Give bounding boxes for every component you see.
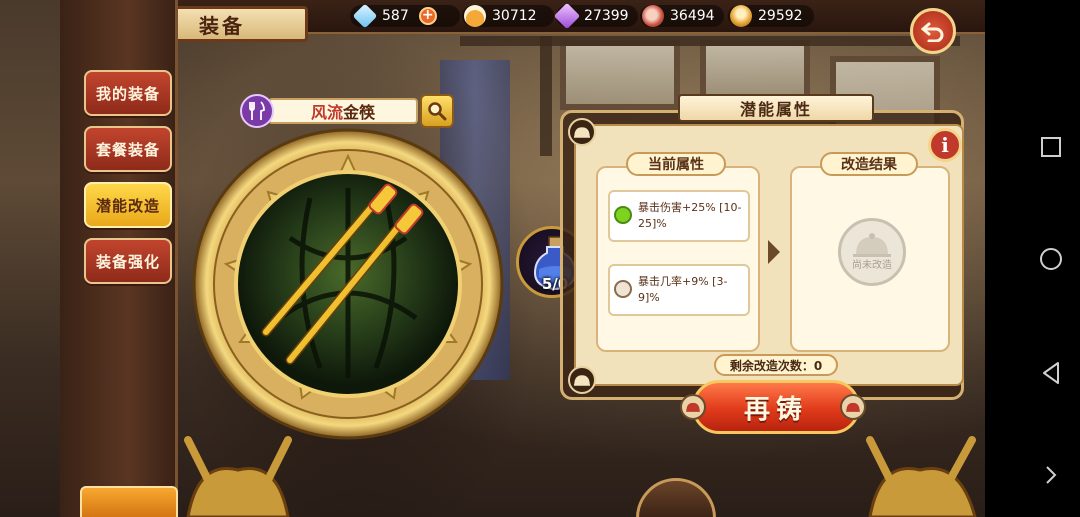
equipment-medallion [192, 128, 504, 440]
resource-crystal: 27399 [553, 2, 629, 30]
cloche-icon [680, 394, 706, 420]
stew-icon [730, 5, 752, 27]
cloche-icon [568, 118, 596, 146]
resource-diamond-value: 587 [382, 8, 409, 24]
back-button[interactable] [910, 8, 956, 54]
attribute-text: 暴击几率+9% [3-9]% [638, 275, 728, 304]
lobster-decoration-icon [866, 436, 977, 517]
panel-title: 潜能属性 [678, 94, 874, 122]
triangle-back-icon [1043, 362, 1059, 384]
attribute-row[interactable]: 暴击伤害+25% [10-25]% [608, 190, 750, 242]
sidebar-item-my-equipment[interactable]: 我的装备 [84, 70, 172, 116]
resource-stew: 29592 [730, 4, 803, 28]
search-button[interactable] [420, 94, 454, 128]
equipment-name-field[interactable]: 风流 金筷 [268, 98, 418, 124]
crystal-icon [553, 2, 581, 30]
sidebar-item-potential-modify[interactable]: 潜能改造 [84, 182, 172, 228]
return-arrow-icon [921, 22, 944, 42]
recent-apps-button[interactable] [1038, 134, 1064, 160]
resource-potion-value: 30712 [492, 8, 537, 24]
resource-crystal-value: 27399 [584, 8, 629, 24]
lobster-decoration-icon [184, 436, 292, 517]
square-icon [1041, 137, 1061, 157]
cloche-icon [853, 233, 891, 257]
equipment-name-prefix: 风流 [310, 103, 343, 122]
info-button[interactable]: i [928, 128, 962, 162]
current-attributes-label: 当前属性 [626, 152, 726, 176]
cloche-icon [840, 394, 866, 420]
home-nav-button[interactable] [1038, 246, 1064, 272]
not-modified-placeholder: 尚未改造 [838, 218, 906, 286]
attribute-text: 暴击伤害+25% [10-25]% [638, 201, 742, 230]
attribute-status-dot [614, 206, 632, 224]
resource-meat-value: 36494 [670, 8, 715, 24]
circle-icon [1040, 248, 1062, 270]
back-nav-button[interactable] [1038, 360, 1064, 386]
background-beam [540, 36, 552, 156]
resource-potion: 30712 [464, 4, 537, 28]
meat-icon [642, 5, 664, 27]
arrow-right-icon [768, 240, 780, 264]
fork-knife-icon [240, 94, 274, 128]
sidebar-item-equipment-enhance[interactable]: 装备强化 [84, 238, 172, 284]
cloche-icon [568, 366, 596, 394]
resource-diamond: 587 + [352, 3, 437, 29]
diamond-icon [352, 3, 378, 29]
remaining-attempts: 剩余改造次数：0 [714, 354, 838, 376]
bottle-icon [464, 5, 486, 27]
expand-nav-button[interactable] [1038, 462, 1064, 488]
bottom-left-tab[interactable] [80, 486, 178, 517]
sidebar-item-set-equipment[interactable]: 套餐装备 [84, 126, 172, 172]
equipment-name-suffix: 金筷 [343, 103, 376, 122]
attribute-status-dot [614, 280, 632, 298]
background-window [560, 40, 680, 110]
equipment-search: 风流 金筷 [240, 94, 454, 128]
chevron-right-icon [1046, 466, 1057, 484]
android-nav-bar [985, 0, 1080, 517]
result-label: 改造结果 [820, 152, 918, 176]
resource-stew-value: 29592 [758, 8, 803, 24]
attribute-row[interactable]: 暴击几率+9% [3-9]% [608, 264, 750, 316]
resource-meat: 36494 [642, 4, 715, 28]
reforge-button[interactable]: 再铸 [692, 380, 860, 434]
add-diamond-button[interactable]: + [418, 7, 437, 25]
search-icon [428, 102, 447, 121]
background-window [700, 40, 810, 100]
